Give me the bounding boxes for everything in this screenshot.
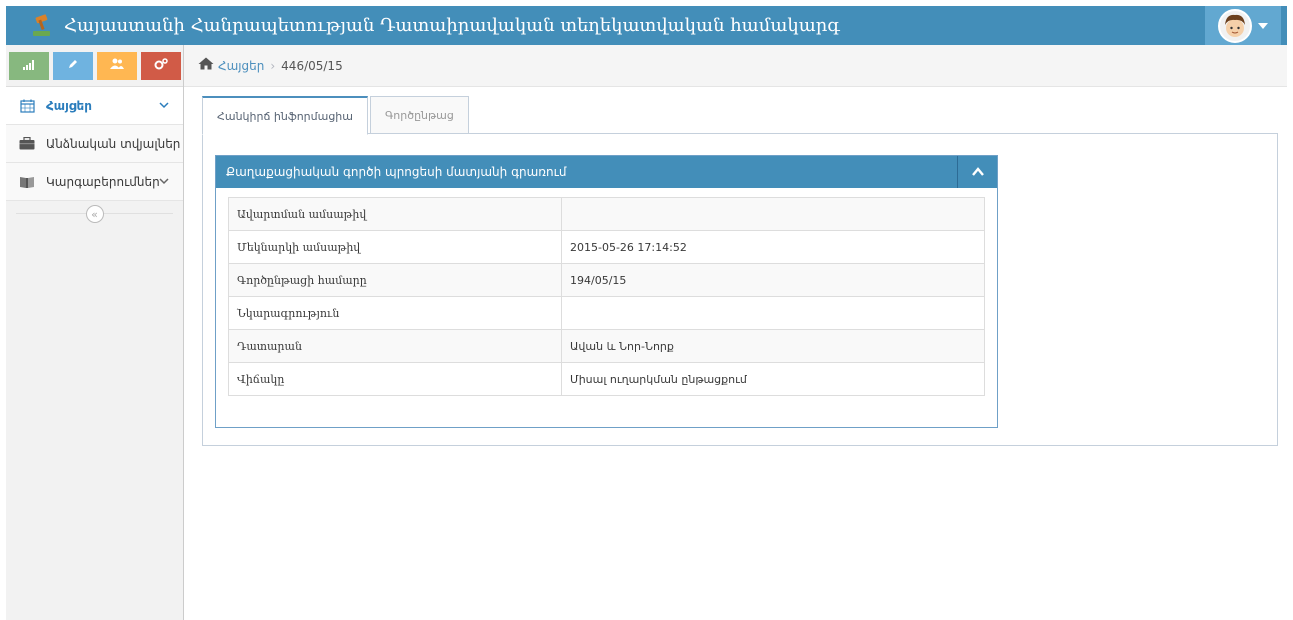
sidebar: Հայցեր Անձնական տվյալներ Կարգաբերումներ … [6,45,184,620]
row-label: Մեկնարկի ամսաթիվ [228,230,562,264]
home-icon [198,57,214,74]
sidebar-item-claims[interactable]: Հայցեր [6,87,183,125]
collapse-panel-button[interactable] [957,156,997,188]
row-value: Միսալ ուղարկման ընթացքում [561,362,985,396]
breadcrumb-separator: › [270,58,276,73]
tab-brief-info[interactable]: Հանկիրճ ինֆորմացիա [202,96,368,135]
signal-icon [22,59,35,73]
users-icon [109,58,124,73]
chevron-down-icon [159,99,169,112]
cogs-icon [154,58,168,73]
edit-shortcut-button[interactable] [52,51,93,80]
sidebar-item-label: Անձնական տվյալներ [46,136,181,151]
row-label: Վիճակը [228,362,562,396]
tab-bar: Հանկիրճ ինֆորմացիա Գործընթաց [202,96,471,135]
double-chevron-left-icon[interactable]: « [85,205,104,223]
tab-process[interactable]: Գործընթաց [369,96,469,134]
breadcrumb-link-claims[interactable]: Հայցեր [218,59,264,73]
briefcase-icon [18,136,36,152]
pencil-icon [67,58,79,73]
record-panel-body: Ավարտման ամսաթիվ Մեկնարկի ամսաթիվ 2015-0… [216,188,997,396]
user-menu[interactable] [1205,6,1281,45]
row-label: Գործընթացի համարը [228,263,562,297]
table-row: Դատարան Ավան և Նոր-Նորք [228,329,985,363]
table-row: Գործընթացի համարը 194/05/15 [228,263,985,297]
book-icon [18,174,36,190]
row-label: Նկարագրություն [228,296,562,330]
breadcrumb: Հայցեր › 446/05/15 [184,45,1287,87]
row-label: Ավարտման ամսաթիվ [228,197,562,231]
row-value [561,197,985,231]
top-navbar: Հայաստանի Հանրապետության Դատաիրավական տե… [6,6,1287,45]
sidebar-item-settings[interactable]: Կարգաբերումներ [6,163,183,201]
row-value: 2015-05-26 17:14:52 [561,230,985,264]
chevron-up-icon [971,166,984,178]
sidebar-item-personal-data[interactable]: Անձնական տվյալներ [6,125,183,163]
settings-shortcut-button[interactable] [140,51,181,80]
row-value: 194/05/15 [561,263,985,297]
gavel-icon [30,13,54,38]
page: Հայաստանի Հանրապետության Դատաիրավական տե… [0,0,1293,620]
sidebar-item-label: Կարգաբերումներ [46,174,160,189]
avatar [1218,8,1252,43]
row-label: Դատարան [228,329,562,363]
stats-shortcut-button[interactable] [8,51,49,80]
table-row: Ավարտման ամսաթիվ [228,197,985,231]
record-details-table: Ավարտման ամսաթիվ Մեկնարկի ամսաթիվ 2015-0… [228,197,985,396]
users-shortcut-button[interactable] [96,51,137,80]
sidebar-item-label: Հայցեր [46,98,92,113]
row-value: Ավան և Նոր-Նորք [561,329,985,363]
record-panel: Քաղաքացիական գործի պրոցեսի մատյանի գրառո… [215,155,998,428]
caret-down-icon [1258,22,1268,29]
sidebar-shortcuts [6,45,183,87]
table-row: Մեկնարկի ամսաթիվ 2015-05-26 17:14:52 [228,230,985,264]
chevron-down-icon [159,175,169,188]
panel-title: Քաղաքացիական գործի պրոցեսի մատյանի գրառո… [226,165,567,179]
sidebar-collapse-row: « [6,201,183,227]
table-row: Նկարագրություն [228,296,985,330]
app-title: Հայաստանի Հանրապետության Դատաիրավական տե… [64,15,840,36]
record-panel-header: Քաղաքացիական գործի պրոցեսի մատյանի գրառո… [216,156,997,188]
table-row: Վիճակը Միսալ ուղարկման ընթացքում [228,362,985,396]
row-value [561,296,985,330]
calendar-icon [18,98,36,114]
breadcrumb-current: 446/05/15 [281,58,343,73]
